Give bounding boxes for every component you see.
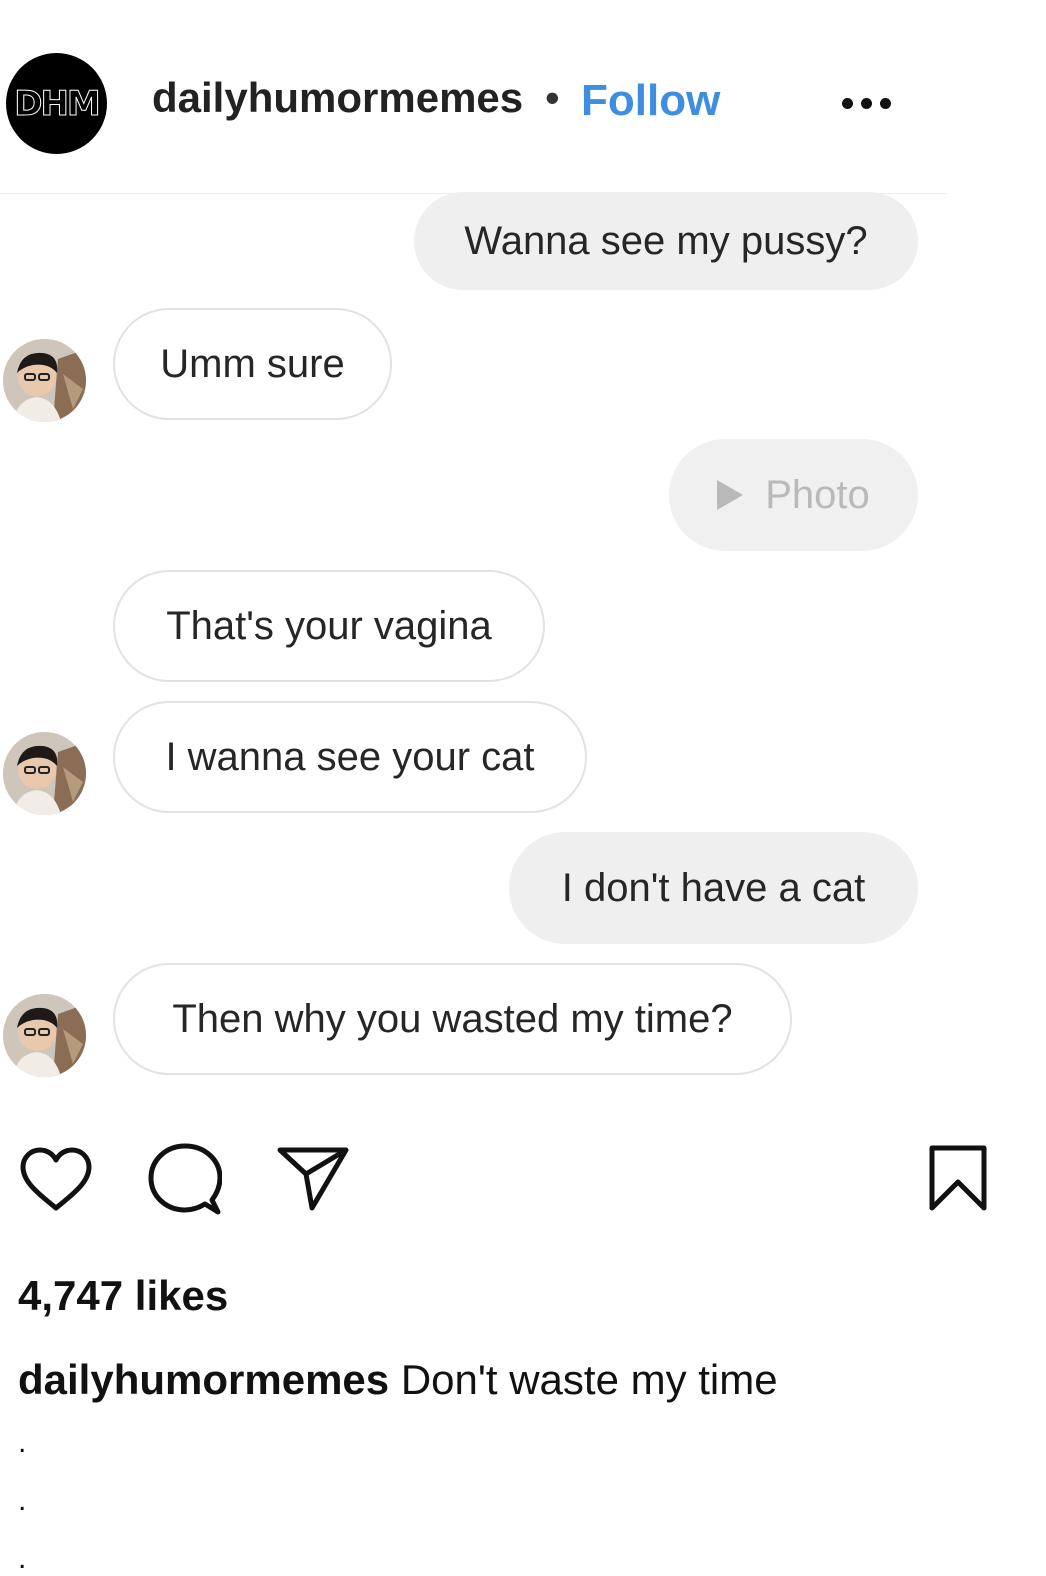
message-bubble-incoming: That's your vagina <box>113 570 545 682</box>
comment-icon[interactable] <box>148 1142 222 1216</box>
person-photo-icon <box>3 732 86 815</box>
post-header: DHM dailyhumormemes • Follow <box>0 0 946 194</box>
account-avatar[interactable]: DHM <box>6 53 107 154</box>
post-action-bar <box>0 1140 1046 1220</box>
caption-dot: . <box>18 1542 27 1575</box>
more-options-icon[interactable] <box>842 88 902 118</box>
post-caption: dailyhumormemes Don't waste my time <box>18 1356 778 1404</box>
account-logo-text: DHM <box>14 83 101 124</box>
bookmark-icon[interactable] <box>926 1144 990 1212</box>
separator-dot: • <box>545 74 560 121</box>
person-photo-icon <box>3 339 86 422</box>
chat-screenshot: Wanna see my pussy? Umm sure Photo That'… <box>0 192 1046 1094</box>
follow-button[interactable]: Follow <box>581 76 720 126</box>
message-bubble-outgoing: I don't have a cat <box>509 832 918 944</box>
photo-label: Photo <box>765 472 870 517</box>
photo-message-bubble[interactable]: Photo <box>669 439 918 551</box>
message-bubble-incoming: Umm sure <box>113 308 392 420</box>
caption-username[interactable]: dailyhumormemes <box>18 1356 389 1403</box>
message-bubble-incoming: I wanna see your cat <box>113 701 587 813</box>
person-photo-icon <box>3 994 86 1077</box>
sender-avatar <box>3 732 86 815</box>
share-icon[interactable] <box>276 1144 350 1212</box>
caption-text: Don't waste my time <box>400 1356 778 1403</box>
likes-count[interactable]: 4,747 likes <box>18 1272 228 1320</box>
sender-avatar <box>3 339 86 422</box>
message-bubble-incoming: Then why you wasted my time? <box>113 963 792 1075</box>
message-bubble-outgoing: Wanna see my pussy? <box>414 192 918 290</box>
account-username[interactable]: dailyhumormemes <box>152 74 523 122</box>
heart-icon[interactable] <box>18 1146 94 1214</box>
play-icon <box>717 480 744 510</box>
caption-dot: . <box>18 1484 27 1517</box>
sender-avatar <box>3 994 86 1077</box>
caption-dot: . <box>18 1426 27 1459</box>
